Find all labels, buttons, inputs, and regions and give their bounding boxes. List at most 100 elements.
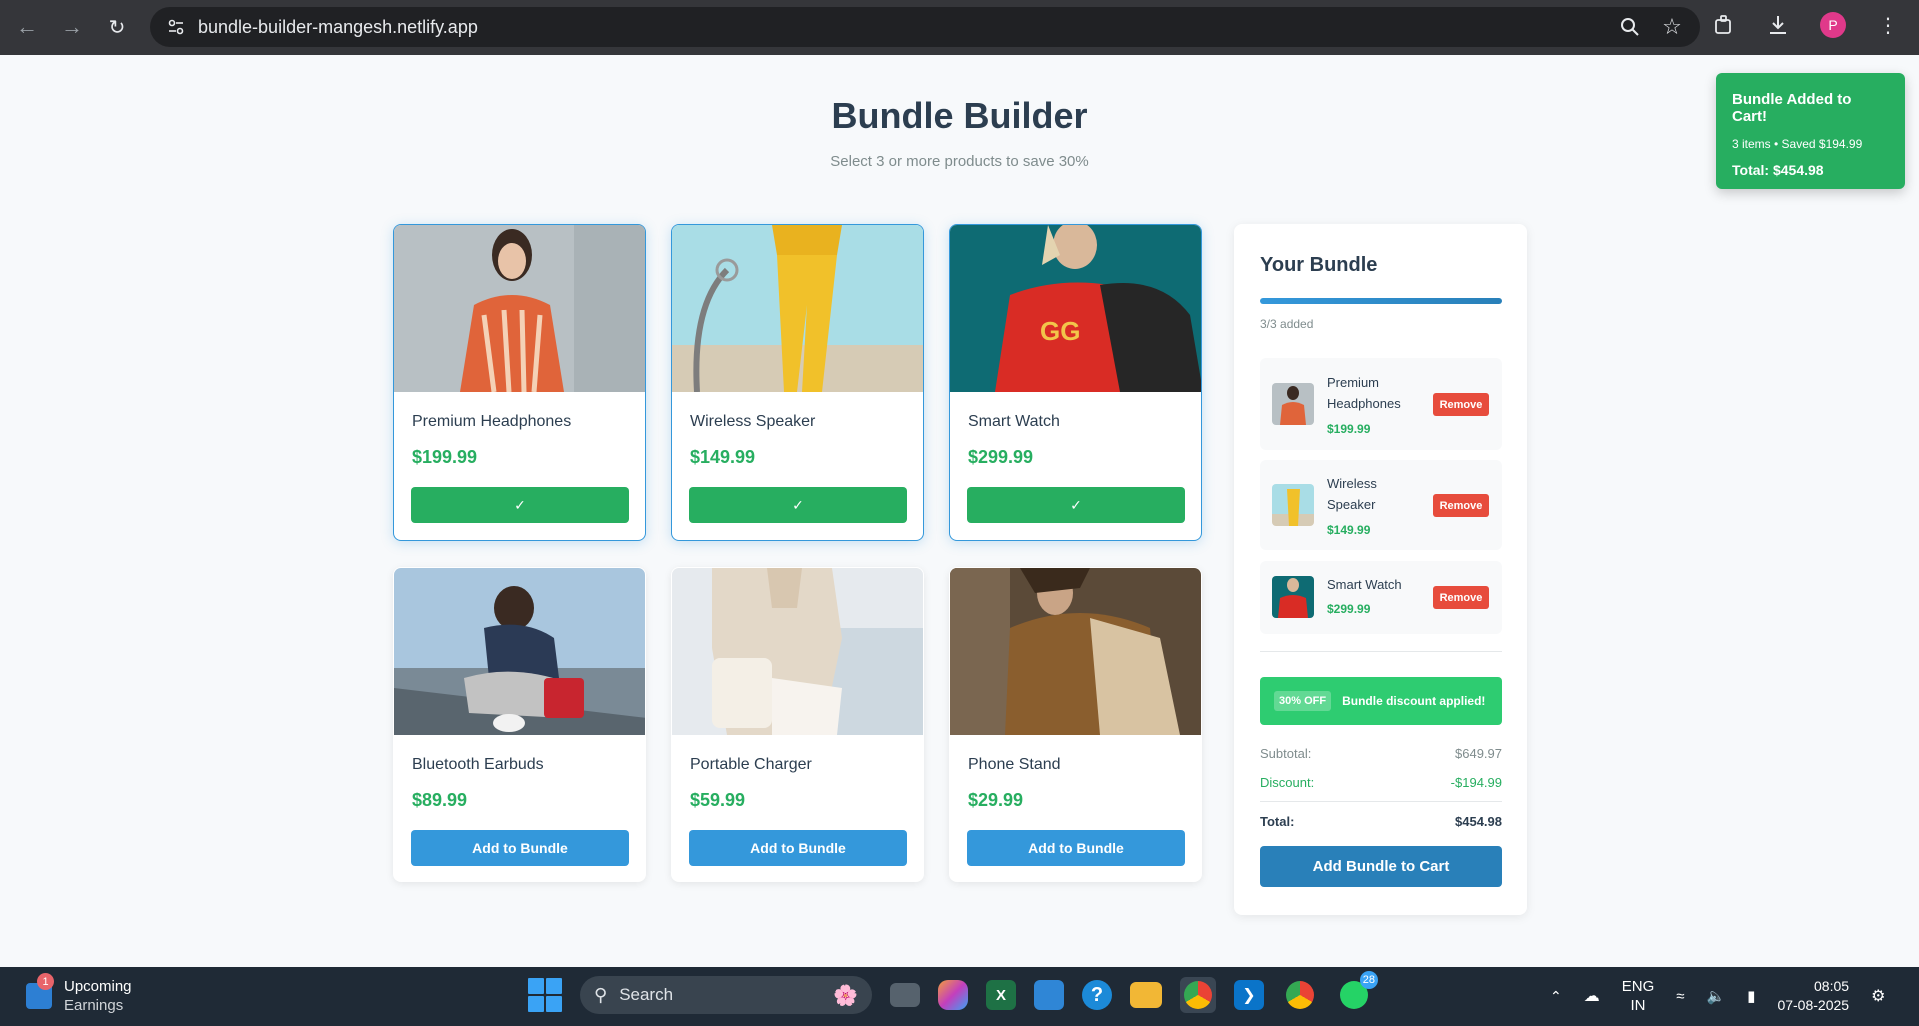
product-card[interactable]: Portable Charger $59.99 Add to Bundle: [671, 567, 924, 882]
search-icon: ⚲: [594, 984, 608, 1005]
toast-total: Total: $454.98: [1732, 162, 1824, 178]
widget-badge: 1: [37, 973, 54, 990]
product-price: $29.99: [968, 790, 1024, 810]
address-bar[interactable]: bundle-builder-mangesh.netlify.app ☆: [150, 7, 1700, 47]
add-bundle-to-cart-button[interactable]: Add Bundle to Cart: [1260, 846, 1502, 887]
product-image-earbuds: [394, 568, 645, 735]
add-to-bundle-button[interactable]: Add to Bundle: [967, 830, 1185, 866]
language-indicator[interactable]: ENG IN: [1622, 977, 1655, 1015]
whatsapp-icon[interactable]: 28: [1336, 971, 1378, 1013]
add-to-bundle-button[interactable]: Add to Bundle: [411, 830, 629, 866]
back-icon[interactable]: ←: [11, 11, 43, 43]
product-price: $199.99: [412, 447, 478, 467]
product-price: $299.99: [968, 447, 1034, 467]
product-image-speaker: [672, 225, 923, 392]
help-icon[interactable]: ?: [1082, 980, 1112, 1010]
clock[interactable]: 08:05 07-08-2025: [1777, 977, 1849, 1015]
wifi-icon[interactable]: ≈: [1676, 988, 1684, 1005]
url-text[interactable]: bundle-builder-mangesh.netlify.app: [198, 17, 478, 38]
subtotal-value: $649.97: [1455, 746, 1502, 761]
lang-code: ENG: [1621, 978, 1655, 995]
bundle-item-thumb: [1272, 383, 1314, 425]
product-name: Bluetooth Earbuds: [412, 756, 544, 773]
product-price: $149.99: [690, 447, 756, 467]
bundle-progress-text: 3/3 added: [1260, 317, 1314, 331]
page-title: Bundle Builder: [831, 95, 1088, 136]
forward-icon[interactable]: →: [56, 11, 88, 43]
extensions-icon[interactable]: [1712, 13, 1736, 37]
zoom-icon[interactable]: [1618, 15, 1642, 39]
lang-region: IN: [1630, 997, 1646, 1014]
bundle-item: Premium Headphones $199.99 Remove: [1260, 358, 1502, 450]
product-card[interactable]: GG Smart Watch $299.99 ✓: [949, 224, 1202, 541]
subtotal-row: Subtotal: $649.97: [1260, 746, 1502, 761]
file-explorer-icon[interactable]: [1130, 982, 1162, 1008]
discount-message: Bundle discount applied!: [1342, 694, 1486, 708]
toast-detail: 3 items • Saved $194.99: [1732, 137, 1863, 151]
total-row: Total: $454.98: [1260, 814, 1502, 829]
added-check-button[interactable]: ✓: [411, 487, 629, 523]
copilot-icon[interactable]: [938, 980, 968, 1010]
chevron-up-icon[interactable]: ⌃: [1550, 988, 1562, 1005]
onedrive-icon[interactable]: ☁: [1584, 986, 1600, 1006]
excel-icon[interactable]: X: [986, 980, 1016, 1010]
task-view-icon[interactable]: [890, 983, 920, 1007]
remove-button[interactable]: Remove: [1433, 494, 1489, 517]
bundle-item-price: $299.99: [1327, 602, 1371, 616]
whatsapp-badge: 28: [1359, 971, 1378, 989]
divider: [1260, 651, 1502, 652]
taskbar-search[interactable]: ⚲ Search 🌸: [580, 976, 872, 1014]
product-card[interactable]: Phone Stand $29.99 Add to Bundle: [949, 567, 1202, 882]
news-widget-icon: 1: [26, 973, 54, 1009]
toast-title: Bundle Added to Cart!: [1732, 91, 1852, 125]
download-icon[interactable]: [1766, 13, 1790, 37]
reload-icon[interactable]: ↻: [101, 11, 133, 43]
remove-button[interactable]: Remove: [1433, 393, 1489, 416]
bundle-item: Smart Watch $299.99 Remove: [1260, 561, 1502, 634]
clock-date: 07-08-2025: [1777, 997, 1850, 1013]
notifications-icon[interactable]: ⚙: [1871, 986, 1885, 1006]
vscode-icon[interactable]: ❯: [1234, 980, 1264, 1010]
discount-banner: 30% OFF Bundle discount applied!: [1260, 677, 1502, 725]
discount-row: Discount: -$194.99: [1260, 775, 1502, 790]
widgets-button[interactable]: 1 Upcoming Earnings: [26, 973, 132, 1015]
product-card[interactable]: Premium Headphones $199.99 ✓: [393, 224, 646, 541]
product-card[interactable]: Wireless Speaker $149.99 ✓: [671, 224, 924, 541]
bundle-item-thumb: [1272, 576, 1314, 618]
product-price: $89.99: [412, 790, 468, 810]
toast-notification: Bundle Added to Cart! 3 items • Saved $1…: [1716, 73, 1905, 189]
added-check-button[interactable]: ✓: [967, 487, 1185, 523]
bundle-item: Wireless Speaker $149.99 Remove: [1260, 460, 1502, 550]
page-subtitle: Select 3 or more products to save 30%: [830, 153, 1089, 170]
start-icon[interactable]: [528, 978, 562, 1012]
store-icon[interactable]: [1034, 980, 1064, 1010]
bundle-item-name: Wireless Speaker: [1327, 476, 1377, 512]
menu-kebab-icon[interactable]: ⋮: [1876, 13, 1900, 37]
profile-avatar[interactable]: P: [1820, 12, 1846, 38]
product-card[interactable]: Bluetooth Earbuds $89.99 Add to Bundle: [393, 567, 646, 882]
svg-text:GG: GG: [1040, 316, 1080, 346]
battery-icon[interactable]: ▮: [1747, 987, 1755, 1005]
bundle-progress-fill: [1260, 298, 1502, 304]
product-price: $59.99: [690, 790, 746, 810]
chrome-icon[interactable]: [1180, 977, 1216, 1013]
bundle-item-thumb: [1272, 484, 1314, 526]
search-highlight-icon: 🌸: [833, 985, 858, 1007]
discount-label: Discount:: [1260, 775, 1315, 790]
widget-subtitle: Earnings: [64, 997, 124, 1014]
product-name: Premium Headphones: [412, 413, 572, 430]
remove-button[interactable]: Remove: [1433, 586, 1489, 609]
bundle-item-name: Smart Watch: [1327, 577, 1402, 592]
bookmark-star-icon[interactable]: ☆: [1660, 14, 1684, 39]
divider: [1260, 801, 1502, 802]
site-settings-icon[interactable]: [164, 15, 188, 39]
added-check-button[interactable]: ✓: [689, 487, 907, 523]
discount-badge: 30% OFF: [1274, 691, 1332, 711]
product-image-phone-stand: [950, 568, 1201, 735]
search-placeholder: Search: [619, 985, 674, 1004]
chrome-profile-icon[interactable]: [1282, 977, 1318, 1013]
clock-time: 08:05: [1814, 978, 1850, 994]
add-to-bundle-button[interactable]: Add to Bundle: [689, 830, 907, 866]
total-value: $454.98: [1455, 814, 1502, 829]
volume-icon[interactable]: 🔈: [1706, 987, 1725, 1005]
